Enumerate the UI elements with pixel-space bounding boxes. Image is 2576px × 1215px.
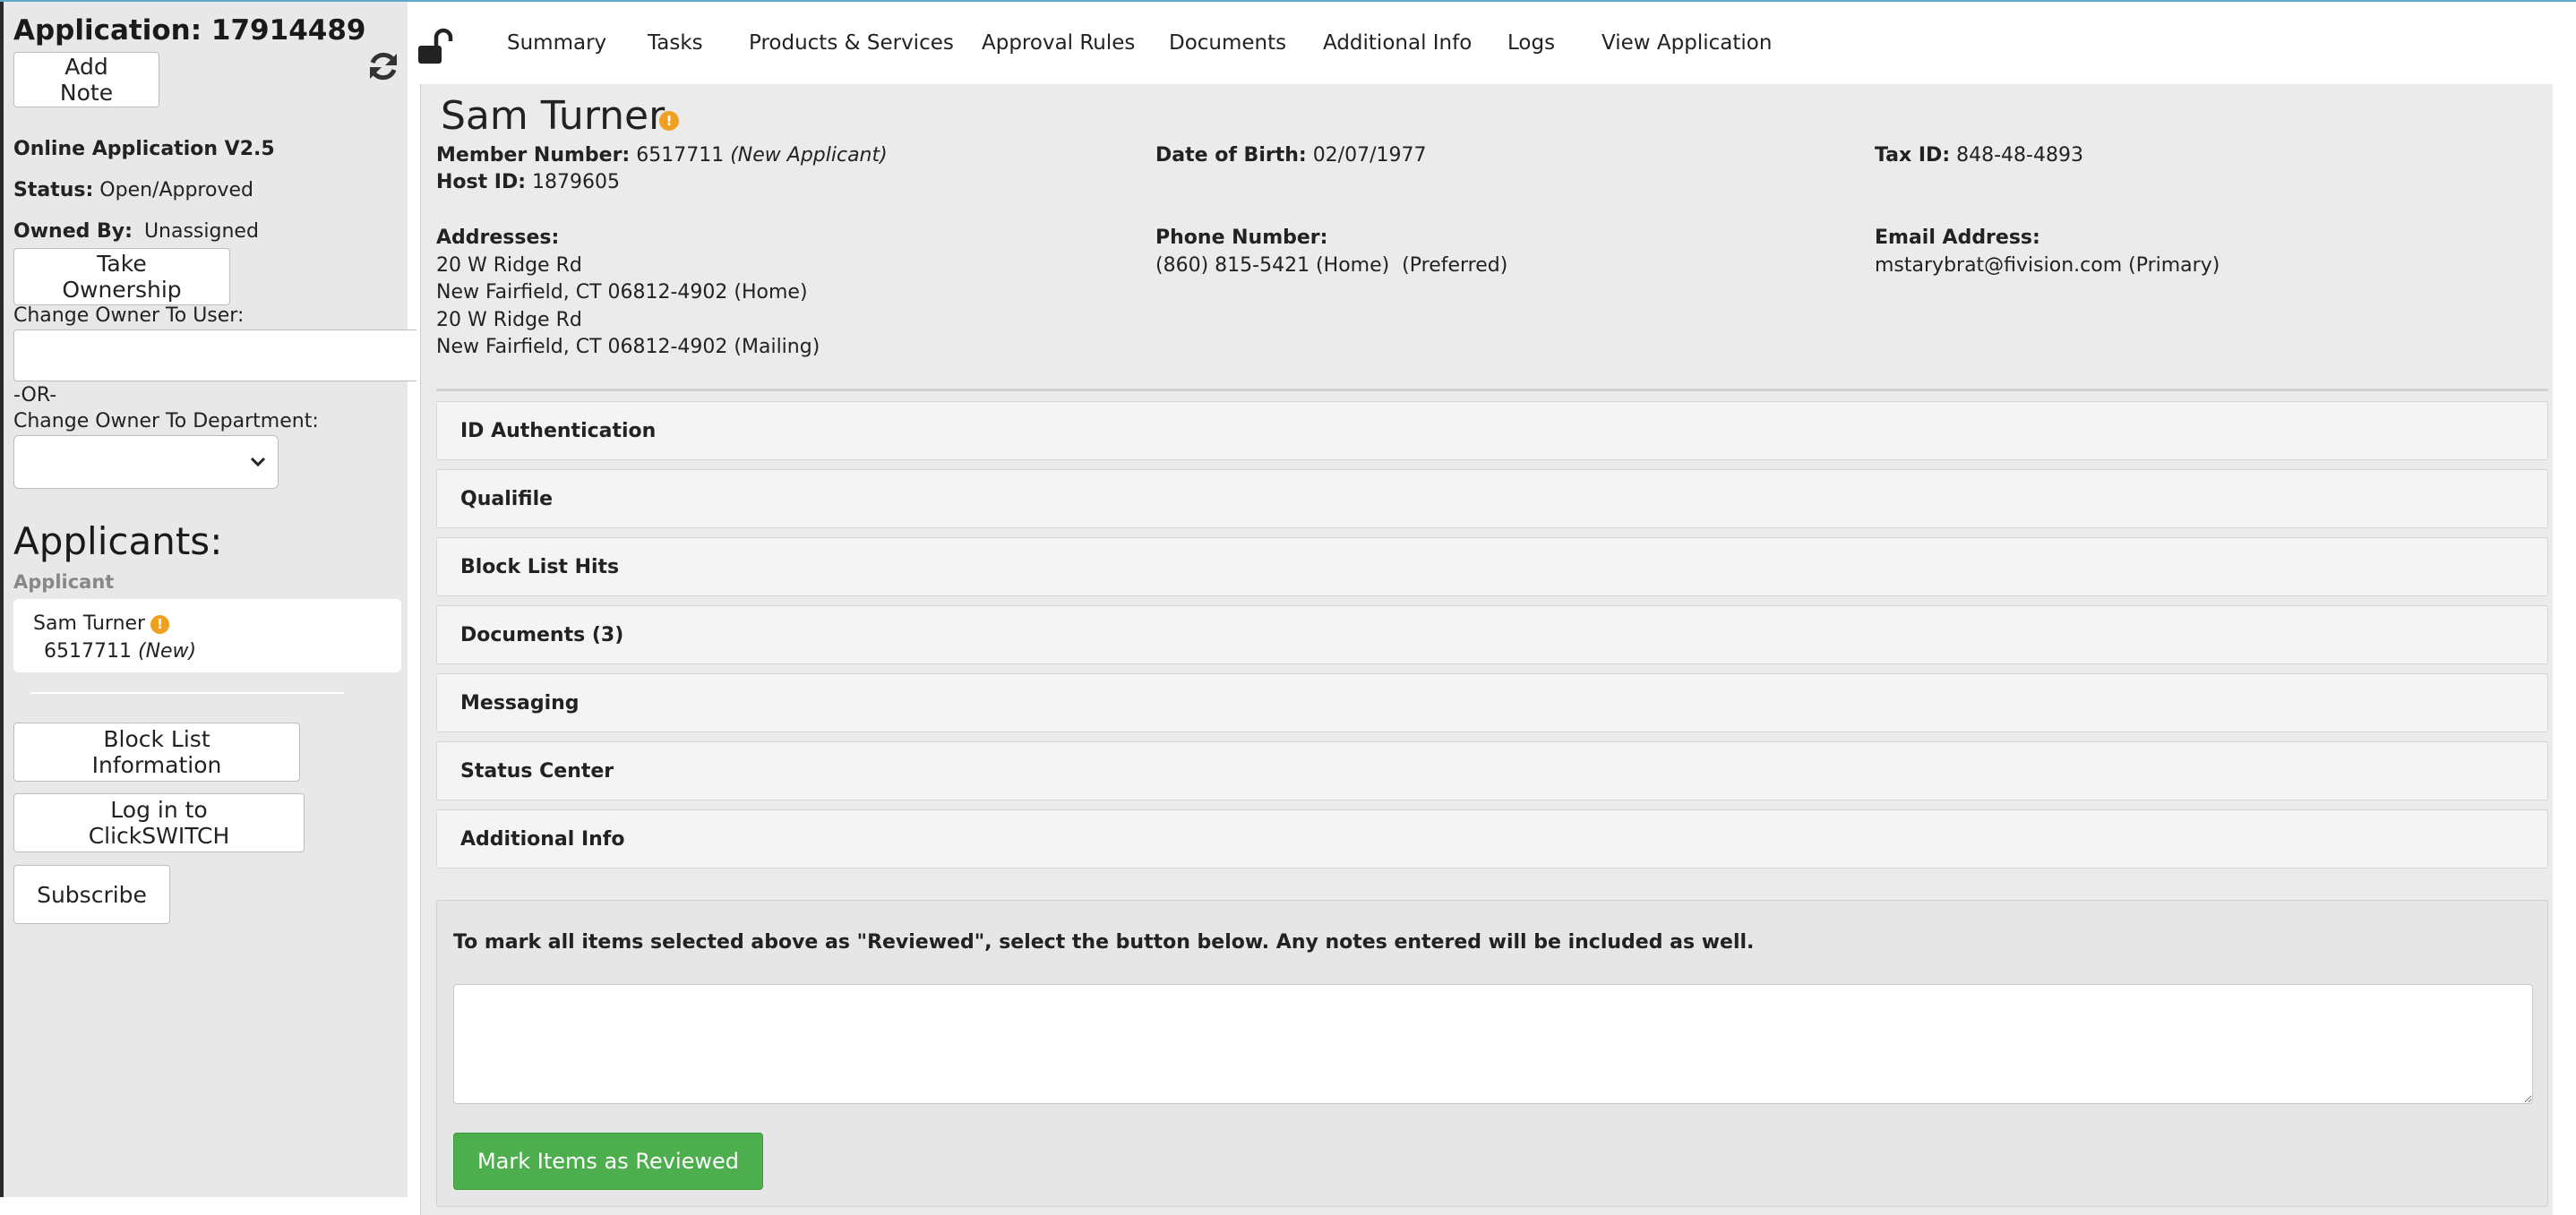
addresses-block: Addresses: 20 W Ridge Rd New Fairfield, … [436, 225, 820, 362]
status-value: Open/Approved [99, 179, 253, 201]
add-note-button[interactable]: Add Note [13, 52, 159, 107]
review-instruction: To mark all items selected above as "Rev… [453, 931, 1755, 954]
email-block: Email Address: mstarybrat@fivision.com (… [1875, 225, 2220, 279]
nav-approval-rules[interactable]: Approval Rules [982, 31, 1135, 55]
dob-value: 02/07/1977 [1312, 144, 1427, 167]
change-owner-user-label: Change Owner To User: [13, 304, 245, 327]
section-qualifile[interactable]: Qualifile [436, 469, 2548, 528]
phone-label: Phone Number: [1155, 227, 1328, 249]
subscribe-button[interactable]: Subscribe [13, 865, 170, 924]
member-name: Sam Turner [441, 93, 665, 139]
status-label: Status: [13, 179, 94, 201]
owned-by-label: Owned By: [13, 220, 133, 243]
email-value: mstarybrat@fivision.com (Primary) [1875, 253, 2220, 277]
section-status-center[interactable]: Status Center [436, 741, 2548, 800]
member-number-row: Member Number: 6517711 (New Applicant) [436, 142, 888, 170]
main-content: Sam Turner ! Member Number: 6517711 (New… [420, 84, 2553, 1215]
change-owner-user-input[interactable] [13, 329, 416, 381]
sidebar-divider [30, 692, 344, 694]
section-additional-info[interactable]: Additional Info [436, 809, 2548, 868]
address-line: 20 W Ridge Rd [436, 253, 582, 277]
owned-by-value: Unassigned [143, 220, 259, 243]
owned-by-row: Owned By: Unassigned [13, 220, 259, 243]
host-id-value: 1879605 [532, 171, 621, 193]
nav-logs[interactable]: Logs [1507, 31, 1555, 55]
take-ownership-button[interactable]: Take Ownership [13, 248, 230, 305]
change-owner-dept-select[interactable] [13, 435, 279, 489]
clickswitch-login-button[interactable]: Log in to ClickSWITCH [13, 793, 305, 852]
section-id-authentication[interactable]: ID Authentication [436, 401, 2548, 460]
application-title: Application: 17914489 [13, 14, 366, 47]
chevron-down-icon [250, 457, 266, 467]
section-messaging[interactable]: Messaging [436, 673, 2548, 732]
applicant-card[interactable]: Sam Turner! 6517711 (New) [13, 599, 401, 672]
header-divider [436, 389, 2548, 391]
nav-products-services[interactable]: Products & Services [749, 31, 954, 55]
applicant-new-tag: (New) [137, 640, 197, 663]
top-navigation: Summary Tasks Products & Services Approv… [408, 2, 2576, 84]
email-label: Email Address: [1875, 227, 2040, 249]
host-id-row: Host ID: 1879605 [436, 169, 620, 197]
refresh-icon[interactable] [365, 48, 401, 84]
mark-items-reviewed-button[interactable]: Mark Items as Reviewed [453, 1133, 763, 1190]
warning-icon: ! [150, 615, 170, 634]
warning-icon: ! [659, 111, 679, 131]
nav-additional-info[interactable]: Additional Info [1323, 31, 1472, 55]
app-version: Online Application V2.5 [13, 138, 275, 160]
member-new-applicant-tag: (New Applicant) [730, 144, 888, 167]
phone-value: (860) 815-5421 (Home) (Preferred) [1155, 253, 1508, 277]
nav-summary[interactable]: Summary [507, 31, 606, 55]
dob-label: Date of Birth: [1155, 144, 1307, 167]
address-line: New Fairfield, CT 06812-4902 (Home) [436, 281, 808, 304]
review-notes-textarea[interactable] [453, 984, 2533, 1104]
review-panel: To mark all items selected above as "Rev… [436, 900, 2548, 1207]
tax-id-label: Tax ID: [1875, 144, 1951, 167]
section-block-list-hits[interactable]: Block List Hits [436, 537, 2548, 596]
applicants-heading: Applicants: [13, 519, 223, 563]
nav-documents[interactable]: Documents [1169, 31, 1286, 55]
nav-tasks[interactable]: Tasks [648, 31, 703, 55]
dob-row: Date of Birth: 02/07/1977 [1155, 142, 1427, 170]
applicant-member-number: 6517711 [44, 640, 132, 663]
member-number-value: 6517711 [636, 144, 725, 167]
change-owner-dept-label: Change Owner To Department: [13, 410, 319, 432]
tax-id-value: 848-48-4893 [1956, 144, 2083, 167]
nav-view-application[interactable]: View Application [1601, 31, 1772, 55]
phone-block: Phone Number: (860) 815-5421 (Home) (Pre… [1155, 225, 1507, 279]
host-id-label: Host ID: [436, 171, 527, 193]
block-list-information-button[interactable]: Block List Information [13, 723, 300, 782]
address-line: 20 W Ridge Rd [436, 308, 582, 331]
sidebar: Application: 17914489 Add Note Online Ap… [0, 2, 416, 1197]
applicant-role-label: Applicant [13, 571, 115, 593]
unlock-icon[interactable] [416, 27, 456, 66]
status-row: Status: Open/Approved [13, 179, 253, 201]
or-separator: -OR- [13, 384, 57, 406]
section-documents[interactable]: Documents (3) [436, 605, 2548, 664]
tax-id-row: Tax ID: 848-48-4893 [1875, 142, 2083, 170]
address-line: New Fairfield, CT 06812-4902 (Mailing) [436, 336, 820, 358]
applicant-name[interactable]: Sam Turner [33, 612, 145, 635]
addresses-label: Addresses: [436, 227, 560, 249]
member-number-label: Member Number: [436, 144, 631, 167]
